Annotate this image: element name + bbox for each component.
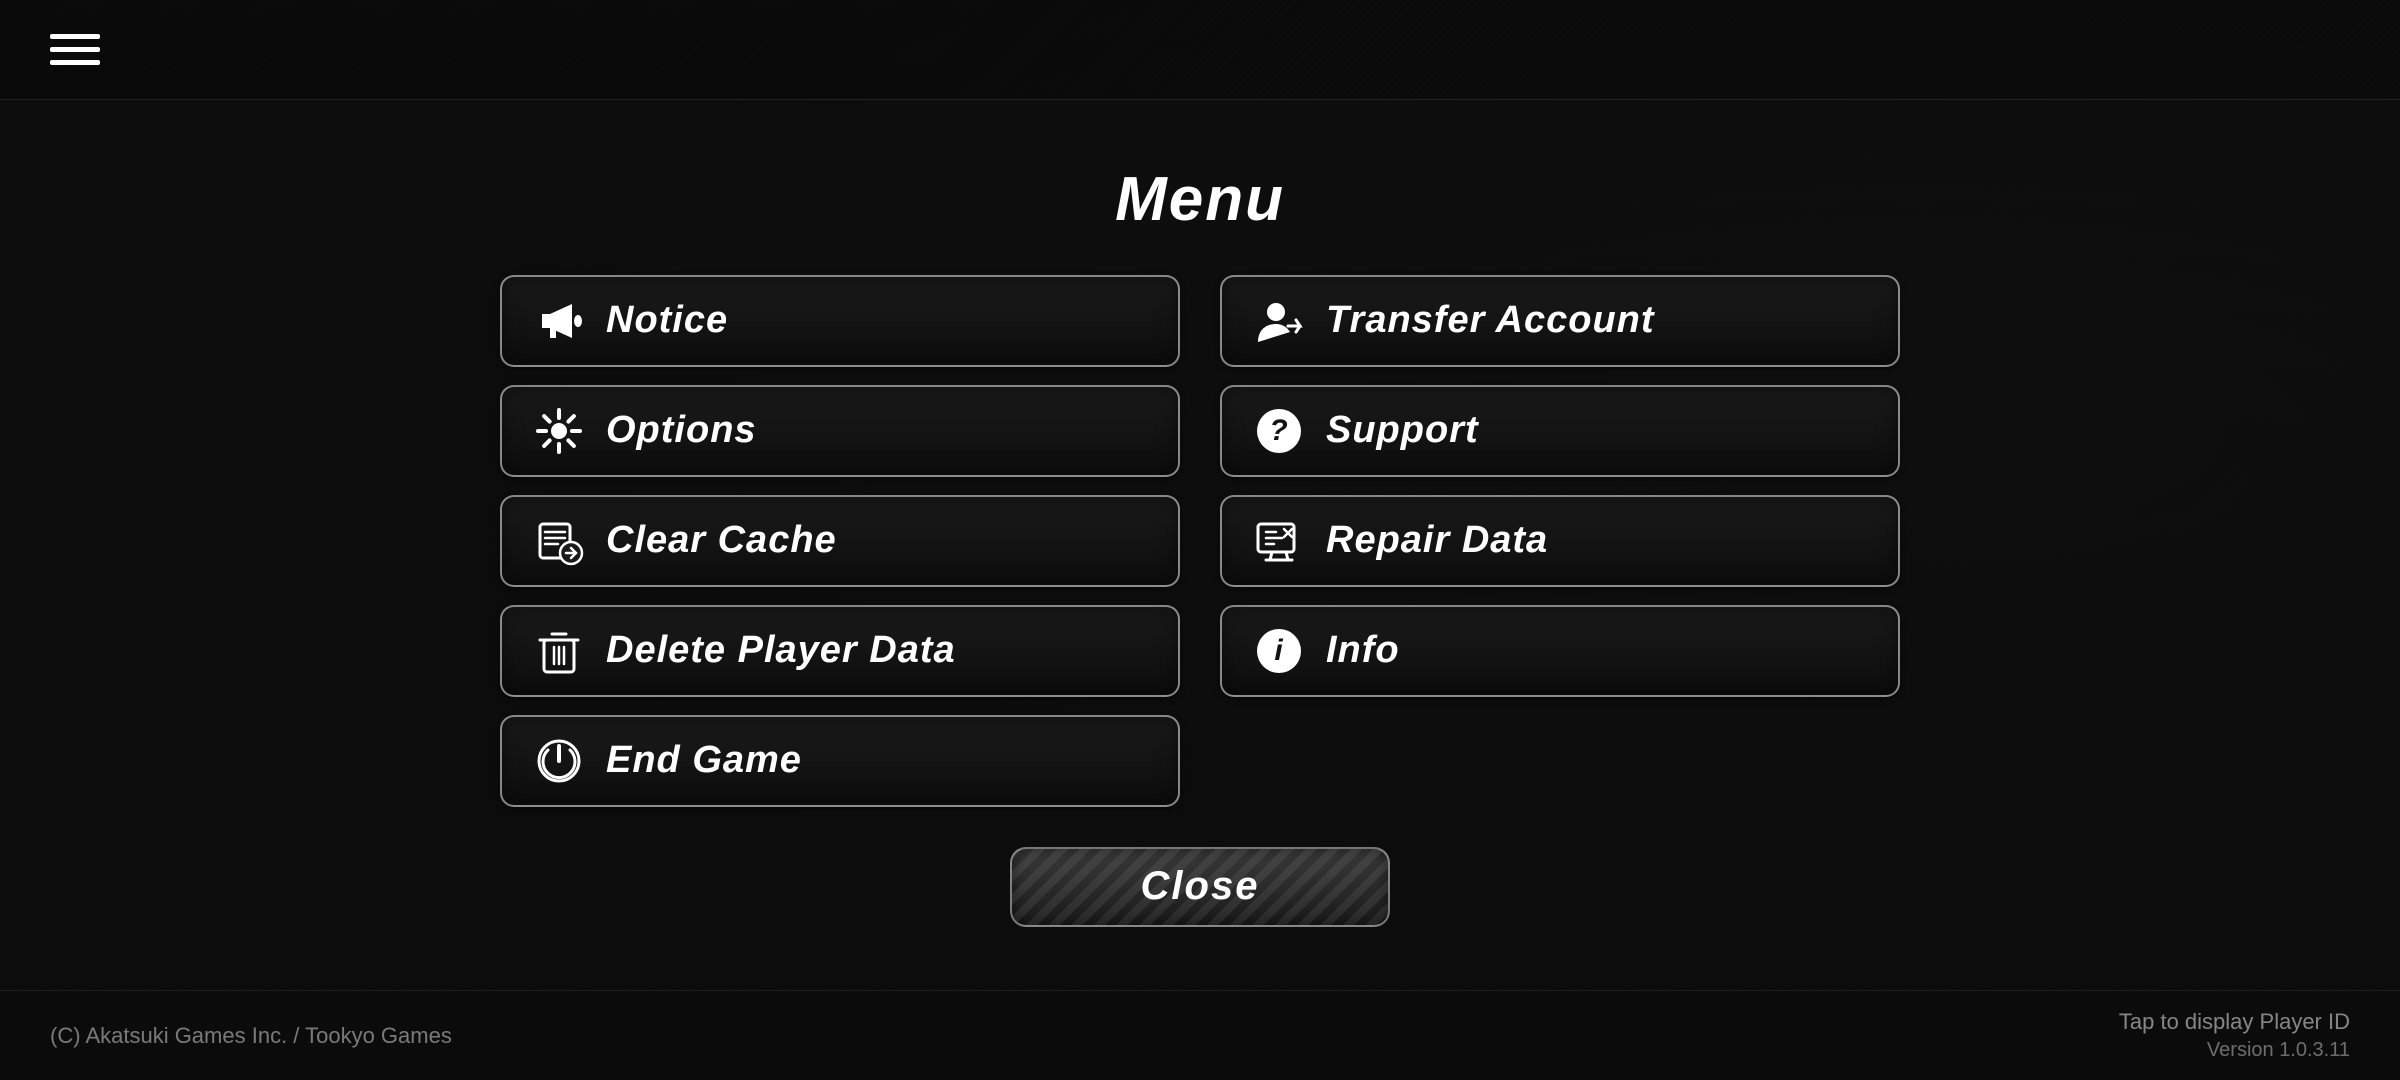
- close-label: Close: [1141, 864, 1260, 909]
- clear-cache-icon: [532, 514, 586, 568]
- version-text: Version 1.0.3.11: [2207, 1039, 2350, 1062]
- notice-label: Notice: [606, 299, 728, 342]
- menu-title: Menu: [1115, 164, 1285, 235]
- menu-overlay: Menu Notice Tran: [0, 100, 2400, 990]
- end-game-icon: [532, 734, 586, 788]
- delete-player-data-icon: [532, 624, 586, 678]
- close-button[interactable]: Close: [1010, 847, 1390, 927]
- repair-data-label: Repair Data: [1326, 519, 1548, 562]
- support-label: Support: [1326, 409, 1479, 452]
- clear-cache-button[interactable]: Clear Cache: [500, 495, 1180, 587]
- delete-player-data-label: Delete Player Data: [606, 629, 956, 672]
- transfer-account-button[interactable]: Transfer Account: [1220, 275, 1900, 367]
- bottom-right: Tap to display Player ID Version 1.0.3.1…: [2119, 1009, 2350, 1062]
- notice-button[interactable]: Notice: [500, 275, 1180, 367]
- hamburger-menu-button[interactable]: [50, 34, 100, 65]
- end-game-label: End Game: [606, 739, 802, 782]
- svg-text:?: ?: [1269, 414, 1288, 447]
- notice-icon: [532, 294, 586, 348]
- transfer-account-label: Transfer Account: [1326, 299, 1655, 342]
- options-button[interactable]: Options: [500, 385, 1180, 477]
- support-icon: ?: [1252, 404, 1306, 458]
- bottom-bar: (C) Akatsuki Games Inc. / Tookyo Games T…: [0, 990, 2400, 1080]
- svg-text:i: i: [1274, 634, 1283, 667]
- repair-data-icon: [1252, 514, 1306, 568]
- info-label: Info: [1326, 629, 1400, 672]
- menu-grid: Notice Transfer Account Options: [500, 275, 1900, 807]
- tap-display-player-id[interactable]: Tap to display Player ID: [2119, 1009, 2350, 1035]
- options-label: Options: [606, 409, 757, 452]
- copyright-text: (C) Akatsuki Games Inc. / Tookyo Games: [50, 1023, 452, 1049]
- support-button[interactable]: ? Support: [1220, 385, 1900, 477]
- end-game-button[interactable]: End Game: [500, 715, 1180, 807]
- delete-player-data-button[interactable]: Delete Player Data: [500, 605, 1180, 697]
- info-button[interactable]: i Info: [1220, 605, 1900, 697]
- top-bar: [0, 0, 2400, 100]
- info-icon: i: [1252, 624, 1306, 678]
- repair-data-button[interactable]: Repair Data: [1220, 495, 1900, 587]
- close-button-row: Close: [1010, 847, 1390, 927]
- clear-cache-label: Clear Cache: [606, 519, 837, 562]
- options-icon: [532, 404, 586, 458]
- transfer-account-icon: [1252, 294, 1306, 348]
